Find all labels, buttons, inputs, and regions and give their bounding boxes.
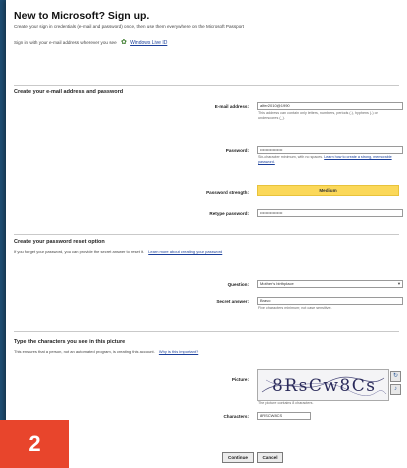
section-heading-captcha: Type the characters you see in this pict… bbox=[14, 339, 126, 345]
captcha-why-link[interactable]: Why is this important? bbox=[159, 349, 198, 354]
refresh-captcha-icon[interactable]: ↻ bbox=[390, 371, 401, 382]
picture-label: Picture: bbox=[231, 377, 249, 382]
windows-live-icon: ✿ bbox=[120, 39, 127, 46]
page-tagline: Create your sign in credentials (e-mail … bbox=[14, 24, 245, 29]
cancel-button[interactable]: Cancel bbox=[257, 452, 283, 463]
section-divider bbox=[14, 331, 399, 332]
audio-captcha-icon[interactable]: ♪ bbox=[390, 384, 401, 395]
password-field[interactable]: •••••••••••••••• bbox=[257, 146, 403, 154]
captcha-hint: The picture contains 8 characters. bbox=[258, 401, 314, 405]
email-hint: This address can contain only letters, n… bbox=[258, 111, 378, 120]
characters-label: Characters: bbox=[223, 414, 249, 419]
section-divider bbox=[14, 234, 399, 235]
signin-row: Sign in with your e-mail address whereve… bbox=[14, 38, 167, 46]
secret-answer-field[interactable]: Bravo bbox=[257, 297, 403, 305]
section-heading-account: Create your e-mail address and password bbox=[14, 89, 124, 95]
email-field[interactable]: alfer2010@1990 bbox=[257, 102, 403, 110]
email-label: E-mail address: bbox=[214, 104, 249, 109]
reset-subtext: If you forget your password, you can pro… bbox=[14, 249, 222, 254]
continue-button[interactable]: Continue bbox=[222, 452, 254, 463]
windows-live-id-link[interactable]: Windows Live ID bbox=[130, 40, 167, 46]
question-select[interactable]: Mother's birthplace ▼ bbox=[257, 280, 403, 288]
password-hint: Six-character minimum, with no spaces. L… bbox=[258, 155, 398, 165]
signin-text: Sign in with your e-mail address whereve… bbox=[14, 40, 117, 45]
question-value: Mother's birthplace bbox=[260, 281, 294, 286]
retype-password-field[interactable]: •••••••••••••••• bbox=[257, 209, 403, 217]
reset-subtext-text: If you forget your password, you can pro… bbox=[14, 249, 145, 254]
strength-label: Password strength: bbox=[206, 190, 249, 195]
question-label: Question: bbox=[227, 282, 249, 287]
reset-learn-more-link[interactable]: Learn more about creating your password bbox=[148, 249, 222, 254]
captcha-image: 8RsCw8Cs bbox=[257, 369, 389, 401]
secret-answer-label: Secret answer: bbox=[216, 299, 249, 304]
section-heading-reset: Create your password reset option bbox=[14, 239, 105, 245]
page-title: New to Microsoft? Sign up. bbox=[14, 10, 150, 22]
password-strength-meter: Medium bbox=[257, 185, 399, 196]
step-number-badge: 2 bbox=[0, 420, 69, 468]
characters-field[interactable]: 8RSCW8CS bbox=[257, 412, 311, 420]
captcha-subtext: This ensures that a person, not an autom… bbox=[14, 349, 198, 354]
password-label: Password: bbox=[225, 148, 249, 153]
retype-password-label: Retype password: bbox=[209, 211, 249, 216]
signup-page: New to Microsoft? Sign up. Create your s… bbox=[6, 0, 407, 468]
captcha-subtext-text: This ensures that a person, not an autom… bbox=[14, 349, 155, 354]
chevron-down-icon: ▼ bbox=[397, 281, 401, 286]
captcha-text: 8RsCw8Cs bbox=[272, 376, 376, 396]
secret-answer-hint: Five characters minimum; not case sensit… bbox=[258, 306, 332, 310]
captcha-noise: 8RsCw8Cs bbox=[261, 376, 387, 396]
password-hint-text: Six-character minimum, with no spaces. bbox=[258, 155, 324, 159]
section-divider bbox=[14, 85, 399, 86]
